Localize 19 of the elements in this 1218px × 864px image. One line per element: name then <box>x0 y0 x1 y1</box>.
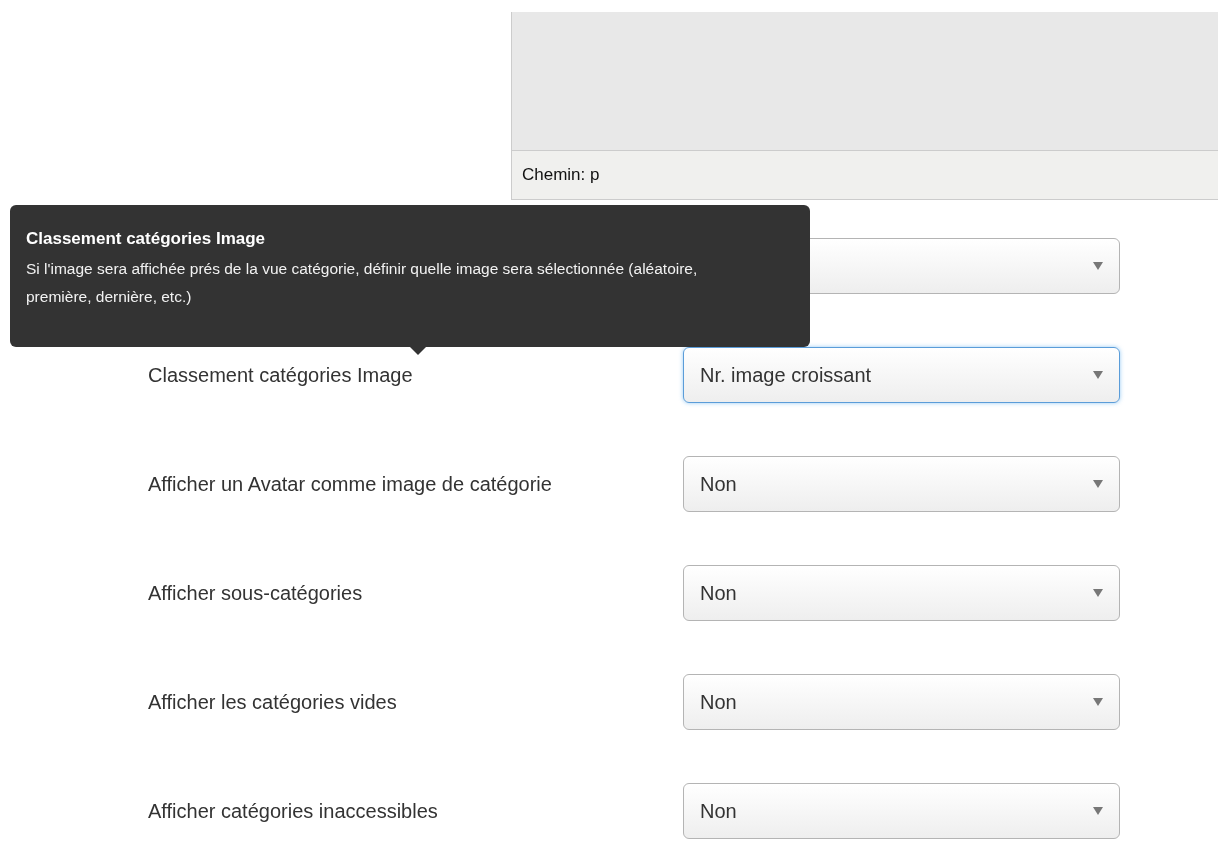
setting-label: Afficher catégories inaccessibles <box>148 799 438 824</box>
caret-icon <box>1093 807 1103 815</box>
caret-icon <box>1093 698 1103 706</box>
setting-label: Afficher les catégories vides <box>148 690 397 715</box>
tooltip-title: Classement catégories Image <box>26 229 267 249</box>
setting-label: Afficher sous-catégories <box>148 581 363 606</box>
dropdown[interactable]: Non <box>683 783 1120 839</box>
dropdown[interactable]: Nr. image croissant <box>683 347 1120 403</box>
dropdown[interactable]: Non <box>683 674 1120 730</box>
dropdown[interactable]: Non <box>683 456 1120 512</box>
caret-icon <box>1093 262 1103 270</box>
caret-icon <box>1093 589 1103 597</box>
tooltip-text: Si l'image sera affichée prés de la vue catégorie, définir quelle image sera sélectionnée (aléatoire, première, dernière, etc.) <box>26 259 699 307</box>
dropdown[interactable]: Non <box>683 565 1120 621</box>
caret-icon <box>1093 371 1103 379</box>
setting-label: Afficher un Avatar comme image de catégorie <box>148 472 552 497</box>
setting-label: Classement catégories Image <box>148 363 413 388</box>
path-bar: Chemin: p <box>511 150 1218 200</box>
caret-icon <box>1093 480 1103 488</box>
